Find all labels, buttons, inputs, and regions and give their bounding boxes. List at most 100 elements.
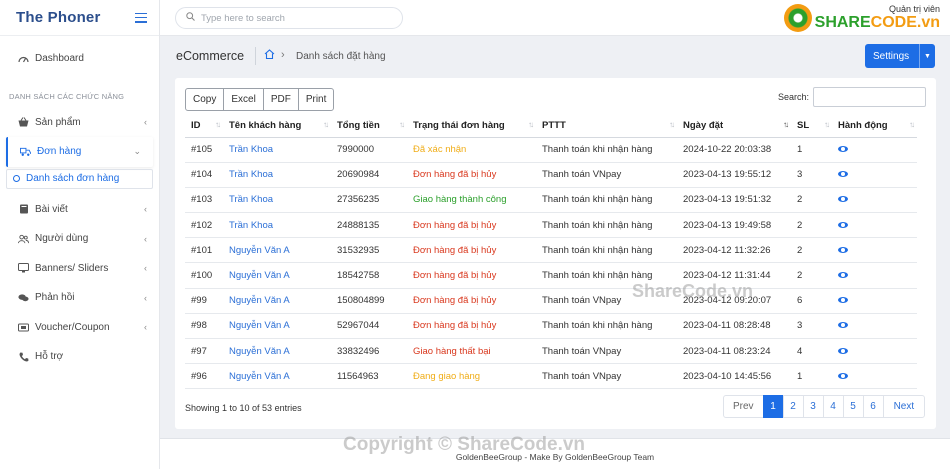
settings-label: Settings bbox=[873, 50, 910, 62]
view-eye-icon[interactable] bbox=[838, 372, 848, 379]
table-row: #101 Nguyễn Văn A 31532935 Đơn hàng đã b… bbox=[185, 237, 917, 264]
col-actions[interactable]: Hành động ↑↓ bbox=[832, 114, 917, 138]
cell-actions bbox=[832, 237, 917, 264]
brand-title[interactable]: The Phoner bbox=[16, 9, 101, 26]
table-search-input[interactable] bbox=[813, 87, 926, 107]
cell-status: Đơn hàng đã bị hủy bbox=[407, 262, 536, 289]
table-row: #98 Nguyễn Văn A 52967044 Đơn hàng đã bị… bbox=[185, 313, 917, 340]
sidebar-item-users[interactable]: Người dùng ‹ bbox=[0, 224, 159, 254]
settings-button[interactable]: Settings ▼ bbox=[865, 44, 935, 68]
col-qty[interactable]: SL ↑↓ bbox=[791, 114, 832, 138]
sidebar-subitem-order-list[interactable]: Danh sách đơn hàng bbox=[6, 168, 153, 189]
cell-customer-link[interactable]: Nguyễn Văn A bbox=[223, 313, 331, 340]
col-status[interactable]: Trạng thái đơn hàng ↑↓ bbox=[407, 114, 536, 138]
pagination-page-4[interactable]: 4 bbox=[822, 395, 844, 418]
logo-text: SHARECODE.vn bbox=[815, 14, 940, 32]
view-eye-icon[interactable] bbox=[838, 221, 848, 228]
pagination-prev[interactable]: Prev bbox=[723, 395, 764, 418]
breadcrumb-current: Danh sách đặt hàng bbox=[296, 51, 386, 62]
pagination-page-6[interactable]: 6 bbox=[862, 395, 884, 418]
sidebar-item-label: Hỗ trợ bbox=[35, 351, 64, 363]
cell-customer-link[interactable]: Trần Khoa bbox=[223, 162, 331, 188]
phone-icon bbox=[18, 351, 29, 362]
sidebar-item-dashboard[interactable]: Dashboard bbox=[0, 44, 159, 74]
cell-qty: 3 bbox=[791, 162, 832, 188]
footer: GoldenBeeGroup - Make By GoldenBeeGroup … bbox=[160, 438, 950, 469]
cell-total: 33832496 bbox=[331, 338, 407, 365]
cell-date: 2023-04-10 14:45:56 bbox=[677, 363, 791, 390]
cell-actions bbox=[832, 262, 917, 289]
col-total[interactable]: Tổng tiền ↑↓ bbox=[331, 114, 407, 138]
view-eye-icon[interactable] bbox=[838, 196, 848, 203]
view-eye-icon[interactable] bbox=[838, 171, 848, 178]
sidebar-item-banners[interactable]: Banners/ Sliders ‹ bbox=[0, 254, 159, 284]
view-eye-icon[interactable] bbox=[838, 146, 848, 153]
col-customer[interactable]: Tên khách hàng ↑↓ bbox=[223, 114, 331, 138]
pdf-button[interactable]: PDF bbox=[262, 88, 299, 111]
col-payment[interactable]: PTTT ↑↓ bbox=[536, 114, 677, 138]
cell-id: #102 bbox=[185, 212, 223, 239]
print-button[interactable]: Print bbox=[297, 88, 335, 111]
sidebar-item-orders[interactable]: Đơn hàng ⌄ bbox=[6, 137, 153, 167]
view-eye-icon[interactable] bbox=[838, 272, 848, 279]
sidebar-item-support[interactable]: Hỗ trợ bbox=[0, 342, 159, 372]
cell-status: Đã xác nhận bbox=[407, 137, 536, 163]
pagination-page-1[interactable]: 1 bbox=[762, 395, 784, 418]
cell-total: 27356235 bbox=[331, 187, 407, 214]
sidebar-item-posts[interactable]: Bài viết ‹ bbox=[0, 195, 159, 225]
table-row: #97 Nguyễn Văn A 33832496 Giao hàng thất… bbox=[185, 338, 917, 365]
col-date[interactable]: Ngày đặt ↑↓ bbox=[677, 114, 791, 138]
cell-customer-link[interactable]: Nguyễn Văn A bbox=[223, 338, 331, 365]
cell-customer-link[interactable]: Trần Khoa bbox=[223, 137, 331, 163]
pagination-page-3[interactable]: 3 bbox=[802, 395, 824, 418]
cell-customer-link[interactable]: Nguyễn Văn A bbox=[223, 363, 331, 390]
col-id[interactable]: ID ↑↓ bbox=[185, 114, 223, 138]
sidebar-item-label: Phản hồi bbox=[35, 292, 75, 304]
copy-button[interactable]: Copy bbox=[185, 88, 225, 111]
cell-customer-link[interactable]: Trần Khoa bbox=[223, 187, 331, 214]
cell-id: #101 bbox=[185, 237, 223, 264]
sort-icon: ↑↓ bbox=[323, 120, 329, 129]
cell-date: 2023-04-12 11:32:26 bbox=[677, 237, 791, 264]
cell-actions bbox=[832, 313, 917, 340]
footer-text: GoldenBeeGroup - Make By GoldenBeeGroup … bbox=[455, 452, 655, 462]
cell-qty: 2 bbox=[791, 212, 832, 239]
sidebar-item-voucher[interactable]: Voucher/Coupon ‹ bbox=[0, 313, 159, 343]
cell-customer-link[interactable]: Nguyễn Văn A bbox=[223, 237, 331, 264]
sidebar-item-label: Voucher/Coupon bbox=[35, 321, 110, 333]
sidebar-item-label: Bài viết bbox=[35, 203, 68, 215]
sort-icon: ↑↓ bbox=[399, 120, 405, 129]
chevron-right-icon: › bbox=[281, 49, 285, 61]
global-search[interactable] bbox=[175, 7, 403, 29]
search-input[interactable] bbox=[201, 12, 391, 24]
pagination-page-2[interactable]: 2 bbox=[782, 395, 804, 418]
export-button-group: Copy Excel PDF Print bbox=[185, 88, 335, 111]
view-eye-icon[interactable] bbox=[838, 347, 848, 354]
book-icon bbox=[18, 204, 29, 215]
pagination-next[interactable]: Next bbox=[882, 395, 926, 418]
view-eye-icon[interactable] bbox=[838, 246, 848, 253]
excel-button[interactable]: Excel bbox=[223, 88, 264, 111]
hamburger-icon[interactable] bbox=[135, 12, 147, 23]
chevron-left-icon: ‹ bbox=[144, 204, 147, 215]
cell-date: 2023-04-12 11:31:44 bbox=[677, 262, 791, 289]
view-eye-icon[interactable] bbox=[838, 322, 848, 329]
pagination-page-5[interactable]: 5 bbox=[842, 395, 864, 418]
page-title: eCommerce bbox=[176, 49, 245, 63]
topbar: Quản trị viên SHARECODE.vn bbox=[160, 0, 950, 36]
sort-active-icon: ↑↓ bbox=[783, 120, 789, 129]
cell-id: #99 bbox=[185, 288, 223, 314]
sidebar-item-products[interactable]: Sản phẩm ‹ bbox=[0, 108, 159, 138]
home-icon[interactable] bbox=[264, 49, 275, 62]
cell-customer-link[interactable]: Trần Khoa bbox=[223, 212, 331, 239]
pagination: Prev 1 2 3 4 5 6 Next bbox=[723, 395, 926, 418]
caret-down-icon[interactable]: ▼ bbox=[919, 44, 935, 68]
table-header-row: ID ↑↓ Tên khách hàng ↑↓ Tổng tiền ↑↓ Trạng … bbox=[185, 114, 917, 138]
sidebar-item-feedback[interactable]: Phản hồi ‹ bbox=[0, 283, 159, 313]
cell-customer-link[interactable]: Nguyễn Văn A bbox=[223, 288, 331, 314]
cell-total: 31532935 bbox=[331, 237, 407, 264]
chevron-left-icon: ‹ bbox=[144, 292, 147, 303]
cell-customer-link[interactable]: Nguyễn Văn A bbox=[223, 262, 331, 289]
cell-qty: 1 bbox=[791, 137, 832, 163]
view-eye-icon[interactable] bbox=[838, 297, 848, 304]
